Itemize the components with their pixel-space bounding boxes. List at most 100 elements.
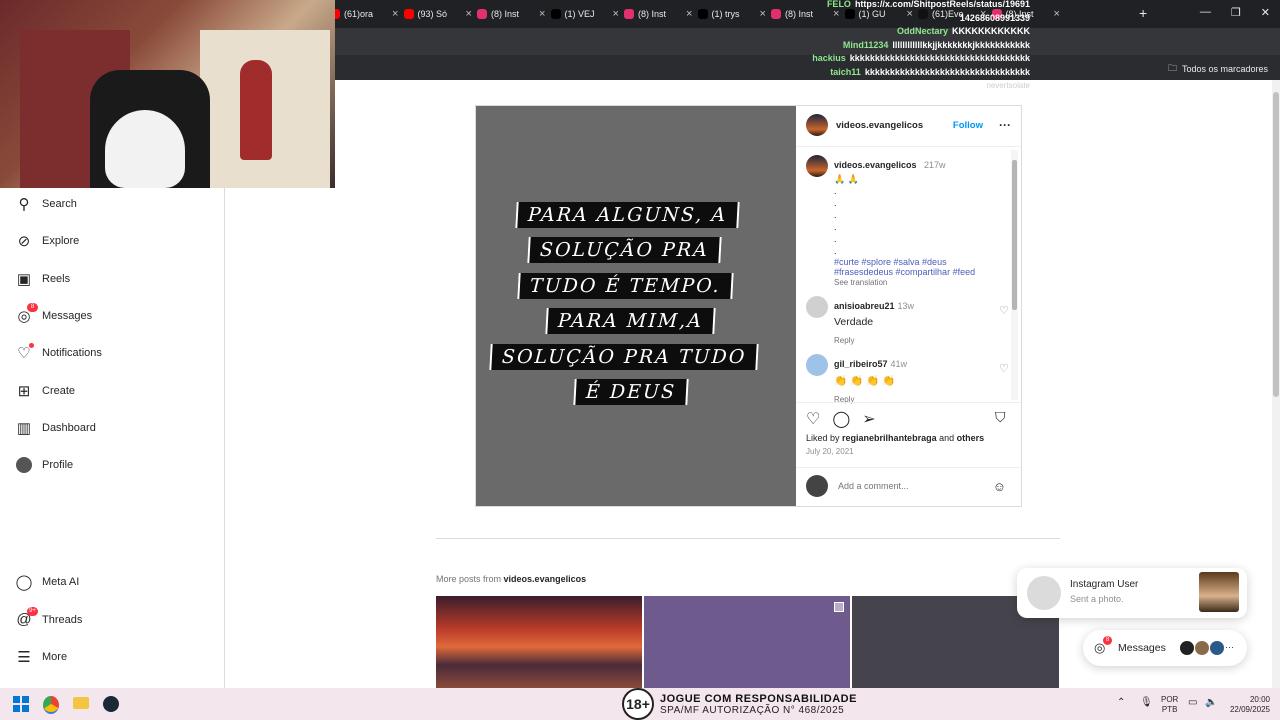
browser-tab[interactable]: (93) Só × xyxy=(403,4,474,24)
network-icon[interactable]: ▭ xyxy=(1188,697,1197,708)
post-author[interactable]: videos.evangelicos xyxy=(836,120,923,131)
caption-author[interactable]: videos.evangelicos xyxy=(834,160,917,170)
liked-by-user[interactable]: regianebrilhantebraga xyxy=(842,433,937,443)
sidebar-item-explore[interactable]: ⊘ Explore xyxy=(16,233,80,250)
more-options-icon[interactable]: ··· xyxy=(999,118,1011,132)
page-scrollbar[interactable] xyxy=(1272,80,1280,688)
volume-icon[interactable]: 🔈 xyxy=(1205,697,1217,708)
plus-square-icon: ⊞ xyxy=(17,382,31,400)
more-posts-author[interactable]: videos.evangelicos xyxy=(504,574,587,584)
commenter-avatar[interactable] xyxy=(806,296,828,318)
post-side-panel: videos.evangelicos Follow ··· videos.eva… xyxy=(796,106,1021,506)
stream-chat-overlay: FELO https://x.com/ShitpostReels/status/1… xyxy=(470,0,1030,93)
commenter-avatar[interactable] xyxy=(806,354,828,376)
liked-by-and: and xyxy=(939,433,955,443)
banner-line-1: JOGUE COM RESPONSABILIDADE xyxy=(660,692,857,705)
language-indicator[interactable]: POR xyxy=(1161,695,1178,705)
caption-dot-line: . xyxy=(834,186,837,196)
all-bookmarks[interactable]: 🗀 Todos os marcadores xyxy=(1168,61,1268,77)
comment-input[interactable] xyxy=(836,480,980,492)
tab-favicon-icon xyxy=(403,9,414,19)
windows-start-icon[interactable] xyxy=(13,696,29,712)
window-controls: — ❐ ✕ xyxy=(1200,6,1270,19)
tray-chevron-icon[interactable]: ⌃ xyxy=(1117,697,1125,708)
related-post-tile[interactable] xyxy=(436,596,642,688)
file-explorer-icon[interactable] xyxy=(73,697,89,709)
profile-avatar xyxy=(16,457,32,474)
minimize-icon[interactable]: — xyxy=(1200,6,1211,19)
chat-username: hackius xyxy=(812,53,846,63)
comment-icon[interactable]: ◯ xyxy=(832,409,850,429)
message-notification[interactable]: Instagram User Sent a photo. xyxy=(1017,568,1247,618)
messages-pill[interactable]: ◎ 8 Messages ··· xyxy=(1083,630,1247,666)
commenter-username[interactable]: anisioabreu21 xyxy=(834,301,895,311)
comment-like-icon[interactable]: ♡ xyxy=(999,304,1009,317)
microphone-icon[interactable]: 🎙 xyxy=(1140,697,1153,708)
save-icon[interactable]: ⛉ xyxy=(995,409,1006,426)
reply-link[interactable]: Reply xyxy=(834,336,914,345)
maximize-icon[interactable]: ❐ xyxy=(1231,6,1241,19)
post-image-line: SOLUÇÃO PRA TUDO xyxy=(489,344,760,370)
chat-message: Mind11234 llllllllllllkkjjkkkkkkkjkkkkkkk… xyxy=(470,39,1030,53)
instagram-sidebar: ⚲ Search ⊘ Explore ▣ Reels ◎ 8 Messages ♡ Notifica… xyxy=(0,188,225,688)
sidebar-item-notifications[interactable]: ♡ Notifications xyxy=(16,343,102,362)
follow-button[interactable]: Follow xyxy=(953,120,983,131)
close-tab-icon[interactable]: × xyxy=(392,8,398,20)
sidebar-item-messages[interactable]: ◎ 8 Messages xyxy=(16,302,93,325)
caption-hashtags[interactable]: #frasesdedeus #compartilhar #feed xyxy=(834,267,975,277)
sender-avatar xyxy=(1027,576,1061,610)
sidebar-item-reels[interactable]: ▣ Reels xyxy=(16,270,71,288)
chat-username: Mind11234 xyxy=(842,39,889,50)
steam-icon[interactable] xyxy=(103,696,119,712)
see-translation-link[interactable]: See translation xyxy=(834,278,975,287)
sidebar-item-dashboard[interactable]: ▥ Dashboard xyxy=(16,420,96,437)
sidebar-item-search[interactable]: ⚲ Search xyxy=(16,196,77,213)
notification-title: Instagram User xyxy=(1070,579,1139,590)
chat-text: 14268608991339 xyxy=(959,12,1030,23)
comment-like-icon[interactable]: ♡ xyxy=(999,362,1009,375)
sidebar-item-threads[interactable]: @9+ Threads xyxy=(16,606,82,628)
meta-ai-icon: ◯ xyxy=(15,574,33,591)
contact-avatar xyxy=(1210,641,1224,655)
sidebar-item-label: Notifications xyxy=(42,347,102,360)
sidebar-item-more[interactable]: ☰ More xyxy=(16,649,67,666)
browser-tab[interactable]: (61)ora × xyxy=(330,4,400,24)
chrome-icon[interactable] xyxy=(43,696,59,714)
related-post-tile[interactable] xyxy=(644,596,850,688)
comments-scrollbar[interactable] xyxy=(1011,150,1018,400)
close-tab-icon[interactable]: × xyxy=(1054,8,1060,20)
threads-icon: @9+ xyxy=(16,606,38,628)
comment-time: 13w xyxy=(897,301,915,311)
sidebar-item-label: Reels xyxy=(42,272,71,285)
share-icon[interactable]: ➢ xyxy=(862,409,875,429)
post-image-line: SOLUÇÃO PRA xyxy=(527,237,722,263)
sidebar-item-meta-ai[interactable]: ◯ Meta AI xyxy=(15,574,80,591)
chat-username: FELO xyxy=(826,0,851,9)
author-avatar[interactable] xyxy=(806,114,828,136)
all-bookmarks-label: Todos os marcadores xyxy=(1181,64,1268,74)
like-icon[interactable]: ♡ xyxy=(806,409,820,429)
sidebar-item-profile[interactable]: Profile xyxy=(16,457,73,474)
chat-username: taich11 xyxy=(830,66,861,77)
clock-date[interactable]: 22/09/2025 xyxy=(1222,705,1270,715)
caption-dot-line: . xyxy=(834,246,837,256)
post-image-line: É DEUS xyxy=(573,379,689,405)
reels-icon: ▣ xyxy=(16,270,32,288)
caption-avatar[interactable] xyxy=(806,155,828,177)
chat-message: 14268608991339 xyxy=(470,12,1030,26)
caption-hashtags[interactable]: #curte #splore #salva #deus xyxy=(834,257,975,267)
close-window-icon[interactable]: ✕ xyxy=(1261,6,1270,19)
keyboard-layout[interactable]: PTB xyxy=(1161,705,1178,715)
commenter-username[interactable]: gil_ribeiro57 xyxy=(834,359,888,369)
user-avatar[interactable] xyxy=(806,475,828,497)
sidebar-item-create[interactable]: ⊞ Create xyxy=(16,382,75,400)
new-tab-button[interactable]: + xyxy=(1139,5,1147,21)
chat-message: OddNectary KKKKKKKKKKKK xyxy=(470,25,1030,39)
caption-emojis: 🙏 🙏 xyxy=(834,174,859,184)
liked-by-others[interactable]: others xyxy=(957,433,985,443)
emoji-icon[interactable]: ☺ xyxy=(993,479,1006,494)
clock-time[interactable]: 20:00 xyxy=(1222,695,1270,705)
comment-time: 41w xyxy=(890,359,908,369)
more-posts-prefix: More posts from xyxy=(436,574,502,584)
sidebar-item-label: Messages xyxy=(42,309,93,322)
